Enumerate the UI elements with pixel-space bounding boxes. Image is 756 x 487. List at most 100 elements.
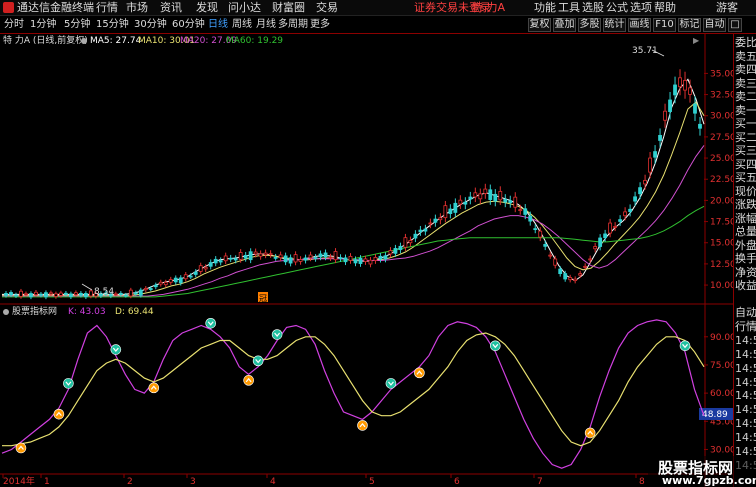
candle-body — [653, 151, 657, 158]
candle-body — [438, 217, 443, 221]
side-panel-item: 14:50 — [735, 375, 756, 389]
candle-body — [468, 196, 473, 200]
kdj-tick-label: 90.00 — [710, 333, 733, 343]
candle-body — [588, 258, 593, 261]
kdj-k-label: K: 43.03 — [68, 307, 106, 317]
candle-body — [283, 255, 288, 263]
candle-body — [553, 258, 558, 266]
candle-body — [358, 257, 363, 264]
kdj-line-k — [1, 319, 705, 469]
candle-body — [583, 265, 588, 268]
candle-body — [228, 257, 233, 260]
candle-body — [643, 179, 647, 185]
candle-body — [123, 294, 128, 297]
candle-body — [518, 209, 523, 212]
candle-body — [423, 228, 428, 232]
side-panel-item: 收益 — [735, 279, 756, 292]
candle-body — [603, 233, 608, 239]
kdj-d-label: D: 69.44 — [115, 307, 154, 317]
candle-body — [548, 254, 553, 257]
candle-body — [54, 293, 58, 297]
candle-body — [183, 274, 188, 280]
side-panel-item: 买二 — [735, 130, 756, 144]
candle-body — [263, 252, 268, 256]
candle-body — [363, 258, 368, 262]
side-panel-item: 卖五 — [735, 49, 756, 63]
date-tick-label: 4 — [270, 477, 276, 487]
candle-body — [59, 292, 63, 296]
candle-body — [618, 219, 623, 222]
side-panel-item: 卖三 — [735, 76, 756, 90]
kline-chart[interactable]: 35.00 32.50 30.00 27.50 25.00 22.50 20.00 17.50… — [0, 0, 733, 487]
candle-body — [443, 205, 448, 219]
sell-marker-icon — [271, 329, 283, 340]
candle-body — [668, 99, 672, 112]
candle-body — [4, 293, 8, 296]
kdj-settings-dot-icon[interactable] — [3, 309, 9, 315]
candle-body — [663, 110, 667, 121]
candle-body — [463, 201, 468, 205]
settings-dot-icon[interactable] — [81, 38, 87, 44]
candle-body — [488, 189, 493, 200]
ma-line-ma60 — [2, 205, 705, 298]
candle-body — [253, 251, 258, 255]
candle-body — [328, 256, 333, 259]
watermark-url: www.7gpzb.com — [662, 474, 756, 487]
candle-body — [34, 291, 38, 296]
stock-info-label: 特 力A (日线,前复权) — [3, 36, 88, 46]
ma-info-bar: 特 力A (日线,前复权) MA5: 27.74 MA10: 30.01 MA2… — [0, 35, 733, 47]
date-tick-label: 2 — [127, 477, 133, 487]
kdj-tick-label: 30.00 — [710, 445, 733, 455]
candle-body — [24, 293, 28, 296]
candle-body — [528, 215, 533, 222]
candle-body — [323, 252, 328, 258]
buy-marker-icon — [584, 427, 596, 439]
candle-body — [343, 257, 348, 263]
buy-marker-icon — [148, 382, 160, 394]
candle-body — [9, 292, 13, 296]
candle-body — [238, 252, 243, 260]
kdj-tick-label: 60.00 — [710, 389, 733, 399]
side-panel-item: 14:50 — [735, 361, 756, 375]
candle-body — [378, 255, 383, 260]
sell-marker-icon — [489, 340, 501, 352]
candle-body — [523, 208, 528, 215]
candle-body — [428, 222, 433, 225]
price-tick-label: 15.00 — [710, 239, 733, 249]
candle-body — [198, 265, 203, 272]
candle-body — [49, 292, 53, 295]
candle-body — [683, 79, 687, 91]
side-panel-item: 卖四 — [735, 63, 756, 76]
side-panel-item: 14:50 — [735, 417, 756, 431]
candle-body — [433, 218, 438, 223]
sell-marker-icon — [205, 317, 217, 329]
sell-marker-icon — [385, 378, 397, 389]
candle-body — [383, 255, 388, 260]
side-panel-item: 涨跌 — [735, 198, 756, 211]
candle-body — [478, 193, 483, 200]
side-panel-item: 14:50 — [735, 333, 756, 347]
quote-side-panel: 委比 卖五 卖四 卖三 卖二 卖一 买一 买二 买三 买四 买五 现价 涨跌 涨幅 总量 外盘 换手 净资 收益 自动… — [733, 34, 756, 487]
candle-body — [658, 135, 662, 141]
candle-body — [673, 84, 677, 96]
side-panel-item: 买三 — [735, 144, 756, 157]
candle-body — [293, 254, 298, 263]
price-tick-label: 27.50 — [710, 133, 733, 143]
candle-body — [503, 198, 508, 203]
price-tick-label: 12.50 — [710, 260, 733, 270]
side-panel-item: 涨幅 — [735, 211, 756, 225]
sell-marker-icon — [252, 355, 264, 367]
candle-body — [568, 277, 573, 281]
candle-body — [688, 87, 692, 95]
side-panel-item: 卖二 — [735, 90, 756, 103]
candle-body — [133, 292, 138, 295]
side-panel-item: 委比 — [735, 36, 756, 49]
date-tick-label: 5 — [369, 477, 375, 487]
candle-body — [393, 248, 398, 254]
candle-body — [633, 196, 637, 202]
ma5-label: MA5: 27.74 — [90, 36, 142, 46]
candle-body — [138, 289, 143, 296]
price-tick-label: 32.50 — [710, 91, 733, 101]
candle-body — [64, 292, 68, 295]
side-panel-item: 14:50 — [735, 403, 756, 417]
